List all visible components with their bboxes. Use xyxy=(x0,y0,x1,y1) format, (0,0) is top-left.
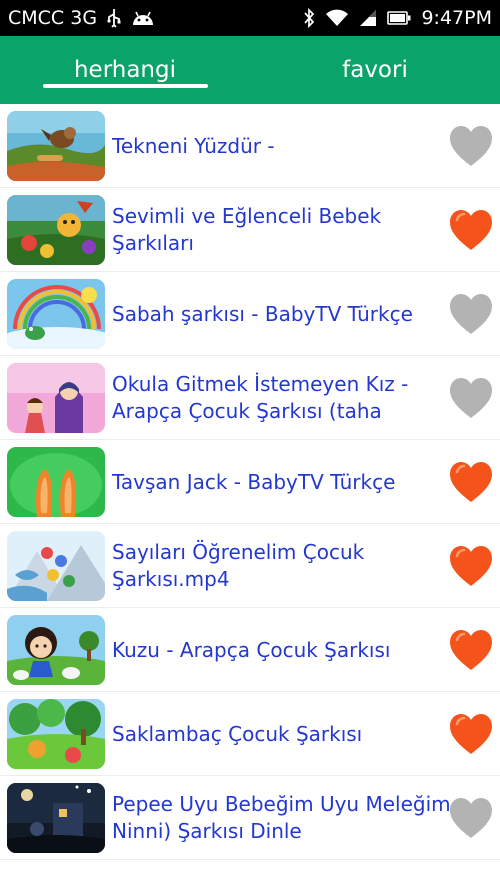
favorite-heart-icon[interactable] xyxy=(448,376,494,420)
video-title[interactable]: Pepee Uyu Bebeğim Uyu Meleğim Ninni) Şar… xyxy=(112,791,452,845)
tab-herhangi-label: herhangi xyxy=(73,57,177,83)
video-thumbnail[interactable] xyxy=(7,615,105,685)
favorite-heart-icon[interactable] xyxy=(448,208,494,252)
favorite-heart-icon[interactable] xyxy=(448,796,494,840)
favorite-heart-icon[interactable] xyxy=(448,292,494,336)
tab-favori-label: favori xyxy=(342,57,408,83)
list-item[interactable]: Tekneni Yüzdür - xyxy=(0,104,500,188)
video-thumbnail[interactable] xyxy=(7,531,105,601)
video-title[interactable]: Saklambaç Çocuk Şarkısı xyxy=(112,721,362,748)
video-title[interactable]: Sevimli ve Eğlenceli Bebek Şarkıları xyxy=(112,203,452,257)
usb-icon xyxy=(107,8,121,28)
wifi-icon xyxy=(325,9,349,27)
favorite-heart-icon[interactable] xyxy=(448,544,494,588)
video-thumbnail[interactable] xyxy=(7,195,105,265)
video-title[interactable]: Sabah şarkısı - BabyTV Türkçe xyxy=(112,301,413,328)
clock: 9:47PM xyxy=(421,7,492,29)
video-title[interactable]: Kuzu - Arapça Çocuk Şarkısı xyxy=(112,637,390,664)
list-item[interactable]: Kuzu - Arapça Çocuk Şarkısı xyxy=(0,608,500,692)
favorite-heart-icon[interactable] xyxy=(448,628,494,672)
signal-icon xyxy=(359,9,377,27)
list-item[interactable]: Sabah şarkısı - BabyTV Türkçe xyxy=(0,272,500,356)
tab-selected-indicator xyxy=(43,84,208,88)
list-item[interactable]: Saklambaç Çocuk Şarkısı xyxy=(0,692,500,776)
bluetooth-icon xyxy=(303,8,315,28)
android-icon xyxy=(131,9,155,27)
favorite-heart-icon[interactable] xyxy=(448,712,494,756)
status-bar: CMCC 3G 9:47PM xyxy=(0,0,500,36)
video-title[interactable]: Tekneni Yüzdür - xyxy=(112,133,275,160)
tab-favori[interactable]: favori xyxy=(250,36,500,104)
video-title[interactable]: Tavşan Jack - BabyTV Türkçe xyxy=(112,469,395,496)
list-item[interactable]: Tavşan Jack - BabyTV Türkçe xyxy=(0,440,500,524)
tab-bar: herhangi favori xyxy=(0,36,500,104)
list-item[interactable]: Sevimli ve Eğlenceli Bebek Şarkıları xyxy=(0,188,500,272)
video-title[interactable]: Okula Gitmek İstemeyen Kız - Arapça Çocu… xyxy=(112,371,452,425)
video-thumbnail[interactable] xyxy=(7,447,105,517)
list-item[interactable]: Sayıları Öğrenelim Çocuk Şarkısı.mp4 xyxy=(0,524,500,608)
video-title[interactable]: Sayıları Öğrenelim Çocuk Şarkısı.mp4 xyxy=(112,539,452,593)
video-list[interactable]: Tekneni Yüzdür - Sevimli ve Eğlenceli Be… xyxy=(0,104,500,860)
video-thumbnail[interactable] xyxy=(7,699,105,769)
battery-icon xyxy=(387,11,411,25)
favorite-heart-icon[interactable] xyxy=(448,124,494,168)
carrier-label: CMCC 3G xyxy=(8,7,98,29)
video-thumbnail[interactable] xyxy=(7,363,105,433)
favorite-heart-icon[interactable] xyxy=(448,460,494,504)
video-thumbnail[interactable] xyxy=(7,111,105,181)
list-item[interactable]: Pepee Uyu Bebeğim Uyu Meleğim Ninni) Şar… xyxy=(0,776,500,860)
list-item[interactable]: Okula Gitmek İstemeyen Kız - Arapça Çocu… xyxy=(0,356,500,440)
tab-herhangi[interactable]: herhangi xyxy=(0,36,250,104)
video-thumbnail[interactable] xyxy=(7,279,105,349)
video-thumbnail[interactable] xyxy=(7,783,105,853)
